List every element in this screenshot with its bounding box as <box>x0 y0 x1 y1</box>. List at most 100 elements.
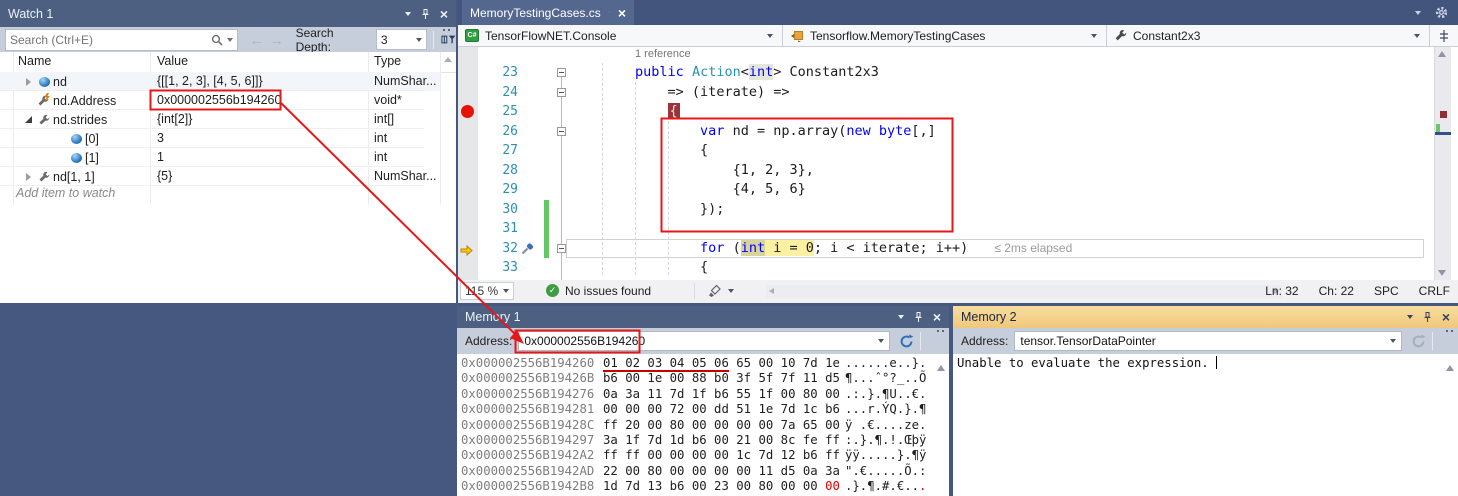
watch-row[interactable]: nd[1, 1]{5}NumShar... <box>0 167 440 186</box>
toolbar-overflow-icon[interactable] <box>1446 330 1453 332</box>
close-icon[interactable]: × <box>440 9 448 19</box>
pin-icon[interactable] <box>420 8 431 20</box>
memory-row[interactable]: 0x000002556B1942B81d 7d 13 b6 00 23 00 8… <box>457 479 949 494</box>
scrollbar-up-icon[interactable] <box>1446 358 1454 376</box>
watch-row[interactable]: [0]3int <box>0 129 440 148</box>
issues-status[interactable]: No issues found <box>565 284 651 298</box>
pin-tab-icon[interactable] <box>604 12 615 13</box>
code-line[interactable]: 23 public Action<int> Constant2x3 <box>458 63 1434 83</box>
memory2-address-input[interactable] <box>1015 334 1390 348</box>
format-brush-icon[interactable] <box>708 284 722 298</box>
code-line[interactable]: 28 {1, 2, 3}, <box>458 161 1434 181</box>
pin-icon[interactable] <box>1422 311 1433 323</box>
watch-row[interactable]: nd.Address0x000002556b194260void* <box>0 91 440 110</box>
window-menu-icon[interactable] <box>1415 11 1421 15</box>
memory1-hex-view[interactable]: 0x000002556B19426001 02 03 04 05 06 65 0… <box>457 354 949 496</box>
memory1-titlebar[interactable]: Memory 1 × <box>457 306 949 328</box>
memory-hex-bytes[interactable]: 0a 3a 11 7d 1f b6 55 1f 00 80 00 <box>603 387 845 402</box>
memory-row[interactable]: 0x000002556B1942760a 3a 11 7d 1f b6 55 1… <box>457 387 949 402</box>
search-forward-icon[interactable]: → <box>270 32 284 48</box>
code-editor[interactable]: 1 reference 23 public Action<int> Constan… <box>458 47 1434 280</box>
code-line[interactable]: 31 <box>458 219 1434 239</box>
watch-row-value[interactable]: {int[2]} <box>157 112 362 126</box>
code-line[interactable]: 27 { <box>458 141 1434 161</box>
code-line[interactable]: 32 for (int i = 0; i < iterate; i++)≤ 2m… <box>458 239 1434 259</box>
window-menu-icon[interactable] <box>898 315 904 319</box>
codelens-references[interactable]: 1 reference <box>635 48 691 60</box>
column-header-name[interactable]: Name <box>18 54 51 68</box>
memory2-titlebar[interactable]: Memory 2 × <box>953 306 1458 328</box>
editor-vertical-scrollbar[interactable] <box>1434 47 1451 280</box>
window-menu-icon[interactable] <box>1407 315 1413 319</box>
memory-hex-bytes[interactable]: 01 02 03 04 05 06 65 00 10 7d 1e <box>603 356 845 371</box>
code-line[interactable]: 33 { <box>458 258 1434 278</box>
pin-icon[interactable] <box>913 311 924 323</box>
chevron-down-icon[interactable] <box>878 339 884 343</box>
memory-hex-bytes[interactable]: 22 00 80 00 00 00 00 11 d5 0a 3a <box>603 464 845 479</box>
memory-row[interactable]: 0x000002556B19426001 02 03 04 05 06 65 0… <box>457 356 949 371</box>
scrollbar-up-icon[interactable] <box>937 358 945 376</box>
expander-collapsed-icon[interactable] <box>21 173 35 181</box>
toolbar-overflow-icon[interactable] <box>443 29 450 31</box>
search-options-icon[interactable] <box>227 38 233 42</box>
memory-hex-bytes[interactable]: ff 20 00 80 00 00 00 00 7a 65 00 <box>603 418 845 433</box>
memory-row[interactable]: 0x000002556B1942AD22 00 80 00 00 00 00 1… <box>457 464 949 479</box>
memory2-address-combo[interactable] <box>1014 331 1402 351</box>
breakpoint-icon[interactable] <box>461 105 474 118</box>
search-back-icon[interactable]: ← <box>250 32 264 48</box>
watch-row-value[interactable]: {5} <box>157 169 362 183</box>
split-window-button[interactable] <box>1430 25 1457 46</box>
search-input[interactable] <box>6 33 211 47</box>
outlining-collapse-box[interactable] <box>557 127 566 136</box>
tab-memorytestingcases[interactable]: MemoryTestingCases.cs × <box>462 0 634 25</box>
watch-row[interactable]: [1]1int <box>0 148 440 167</box>
chevron-down-icon[interactable] <box>1390 339 1396 343</box>
memory-hex-bytes[interactable]: ff ff 00 00 00 00 1c 7d 12 b6 ff <box>603 448 845 463</box>
outlining-collapse-box[interactable] <box>557 68 566 77</box>
watch-row[interactable]: nd.strides{int[2]}int[] <box>0 110 440 129</box>
watch-titlebar[interactable]: Watch 1 × <box>0 0 456 27</box>
column-header-value[interactable]: Value <box>157 54 188 68</box>
code-line[interactable]: 29 {4, 5, 6} <box>458 180 1434 200</box>
close-icon[interactable]: × <box>1442 312 1450 322</box>
column-header-type[interactable]: Type <box>374 54 401 68</box>
close-icon[interactable]: × <box>933 312 941 322</box>
memory-row[interactable]: 0x000002556B19426Bb6 00 1e 00 88 b0 3f 5… <box>457 371 949 386</box>
code-line[interactable]: 25 { <box>458 102 1434 122</box>
scrollbar-up-icon[interactable] <box>1438 51 1446 57</box>
scrollbar-up-icon[interactable] <box>444 57 452 62</box>
outlining-collapse-box[interactable] <box>557 244 566 253</box>
project-dropdown[interactable]: C# TensorFlowNET.Console <box>458 25 783 46</box>
memory1-address-combo[interactable] <box>518 331 890 351</box>
memory1-address-input[interactable] <box>519 334 878 348</box>
code-line[interactable]: 30 }); <box>458 200 1434 220</box>
watch-search[interactable] <box>5 29 238 51</box>
scroll-left-icon[interactable] <box>769 288 774 294</box>
outlining-collapse-box[interactable] <box>557 88 566 97</box>
member-dropdown[interactable]: Constant2x3 <box>1107 25 1430 46</box>
window-menu-icon[interactable] <box>405 12 411 16</box>
watch-row-value[interactable]: 1 <box>157 150 362 164</box>
filter-columns-icon[interactable] <box>440 33 456 46</box>
memory-row[interactable]: 0x000002556B1942973a 1f 7d 1d b6 00 21 0… <box>457 433 949 448</box>
memory-hex-bytes[interactable]: 3a 1f 7d 1d b6 00 21 00 8c fe ff <box>603 433 845 448</box>
memory-row[interactable]: 0x000002556B1942A2ff ff 00 00 00 00 1c 7… <box>457 448 949 463</box>
toolbar-overflow-icon[interactable] <box>937 330 944 332</box>
memory-hex-bytes[interactable]: 00 00 00 72 00 dd 51 1e 7d 1c b6 <box>603 402 845 417</box>
close-tab-icon[interactable]: × <box>618 8 626 18</box>
chevron-down-icon[interactable] <box>728 289 734 293</box>
code-line[interactable]: 26 var nd = np.array(new byte[,] <box>458 122 1434 142</box>
refresh-icon[interactable] <box>899 334 914 349</box>
scrollbar-down-icon[interactable] <box>1438 270 1446 276</box>
watch-row[interactable]: nd{[[1, 2, 3], [4, 5, 6]]}NumShar... <box>0 72 440 91</box>
gear-icon[interactable] <box>1435 6 1448 19</box>
memory-hex-bytes[interactable]: b6 00 1e 00 88 b0 3f 5f 7f 11 d5 <box>603 371 845 386</box>
search-depth-combo[interactable]: 3 <box>376 29 427 50</box>
code-line[interactable]: 24 => (iterate) => <box>458 83 1434 103</box>
memory2-view[interactable]: Unable to evaluate the expression. <box>953 354 1458 496</box>
zoom-combo[interactable]: 115 % <box>460 282 514 300</box>
watch-row-value[interactable]: {[[1, 2, 3], [4, 5, 6]]} <box>157 74 362 88</box>
memory-hex-bytes[interactable]: 1d 7d 13 b6 00 23 00 80 00 00 00 <box>603 479 845 494</box>
watch-row-value[interactable]: 0x000002556b194260 <box>157 93 362 107</box>
horizontal-scrollbar[interactable] <box>766 285 1282 298</box>
